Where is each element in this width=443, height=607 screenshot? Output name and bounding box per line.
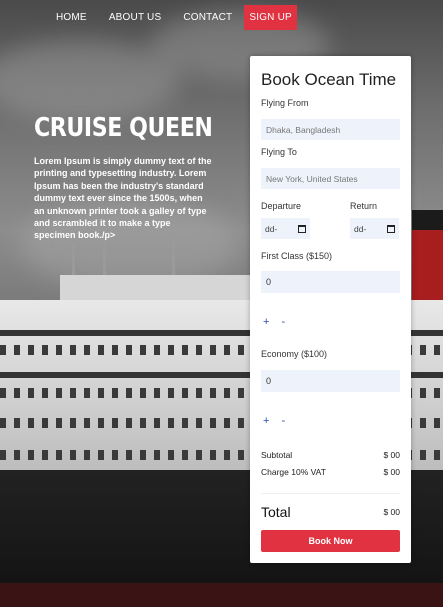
flying-from-input[interactable]: Dhaka, Bangladesh: [261, 119, 400, 140]
vat-label: Charge 10% VAT: [261, 467, 326, 477]
first-class-minus-button[interactable]: -: [281, 316, 285, 328]
hero-description: Lorem Ipsum is simply dummy text of the …: [34, 156, 212, 241]
subtotal-label: Subtotal: [261, 450, 293, 460]
first-class-plus-button[interactable]: +: [263, 316, 269, 328]
nav-about[interactable]: ABOUT US: [109, 12, 162, 23]
economy-qty-input[interactable]: 0: [261, 370, 400, 392]
calendar-icon[interactable]: [387, 224, 395, 233]
first-class-label: First Class ($150): [261, 251, 333, 261]
departure-date-value: dd-: [265, 223, 278, 234]
main-nav: HOME ABOUT US CONTACT SIGN UP: [45, 5, 308, 30]
departure-date-input[interactable]: dd-: [261, 218, 310, 239]
departure-label: Departure: [261, 201, 302, 211]
divider: [261, 493, 400, 494]
vat-row: Charge 10% VAT $ 00: [261, 467, 400, 477]
return-date-input[interactable]: dd-: [350, 218, 399, 239]
economy-minus-button[interactable]: -: [281, 415, 285, 427]
signup-button[interactable]: SIGN UP: [244, 5, 297, 30]
total-label: Total: [261, 504, 291, 520]
booking-title: Book Ocean Time: [261, 70, 397, 89]
first-class-qty-input[interactable]: 0: [261, 271, 400, 293]
nav-home[interactable]: HOME: [56, 12, 87, 23]
hero-title: CRUISE QUEEN: [34, 113, 213, 143]
return-date-value: dd-: [354, 223, 367, 234]
booking-card: Book Ocean Time Flying From Dhaka, Bangl…: [250, 56, 411, 563]
economy-plus-button[interactable]: +: [263, 415, 269, 427]
flying-from-label: Flying From: [261, 98, 309, 108]
total-row: Total $ 00: [261, 504, 400, 520]
flying-to-label: Flying To: [261, 147, 297, 157]
return-label: Return: [350, 201, 378, 211]
total-value: $ 00: [383, 507, 400, 517]
subtotal-value: $ 00: [383, 450, 400, 460]
book-now-button[interactable]: Book Now: [261, 530, 400, 552]
nav-contact[interactable]: CONTACT: [183, 12, 232, 23]
first-class-stepper: + -: [263, 316, 297, 328]
vat-value: $ 00: [383, 467, 400, 477]
economy-stepper: + -: [263, 415, 297, 427]
calendar-icon[interactable]: [298, 224, 306, 233]
economy-label: Economy ($100): [261, 349, 328, 359]
subtotal-row: Subtotal $ 00: [261, 450, 400, 460]
flying-to-input[interactable]: New York, United States: [261, 168, 400, 189]
